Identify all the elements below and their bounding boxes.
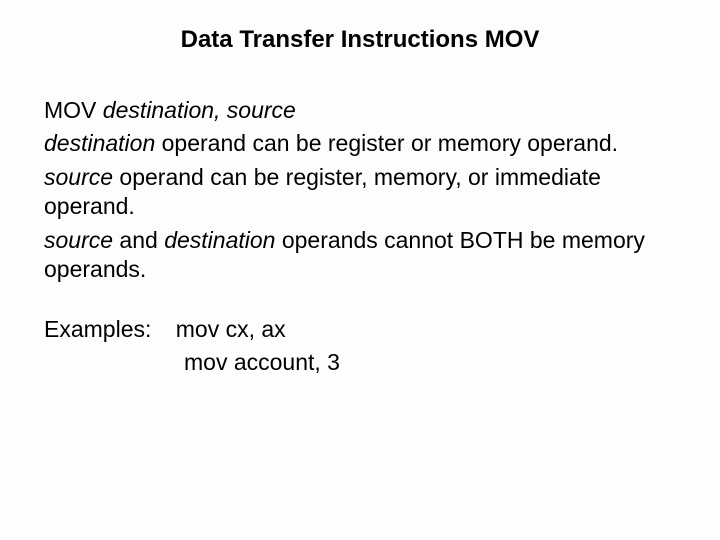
rule-dest-term: destination [44, 130, 155, 156]
mnemonic: MOV [44, 97, 103, 123]
rule-both-mid: and [113, 227, 164, 253]
examples-line-1: Examples: mov cx, ax [44, 315, 676, 344]
rule-source-text: operand can be register, memory, or imme… [44, 164, 601, 219]
slide-body: MOV destination, source destination oper… [44, 96, 676, 378]
rule-source-term: source [44, 164, 113, 190]
example-2: mov account, 3 [184, 348, 676, 377]
examples-block: Examples: mov cx, ax mov account, 3 [44, 315, 676, 378]
syntax-operands: destination, source [103, 97, 296, 123]
slide-title: Data Transfer Instructions MOV [44, 26, 676, 54]
rule-both-dest: destination [164, 227, 275, 253]
syntax-line: MOV destination, source [44, 96, 676, 125]
examples-label: Examples: [44, 315, 151, 344]
rule-source: source operand can be register, memory, … [44, 163, 676, 222]
rule-both-src: source [44, 227, 113, 253]
slide: Data Transfer Instructions MOV MOV desti… [0, 0, 720, 540]
example-1: mov cx, ax [176, 315, 286, 344]
rule-dest-text: operand can be register or memory operan… [155, 130, 618, 156]
rule-destination: destination operand can be register or m… [44, 129, 676, 158]
rule-both: source and destination operands cannot B… [44, 226, 676, 285]
